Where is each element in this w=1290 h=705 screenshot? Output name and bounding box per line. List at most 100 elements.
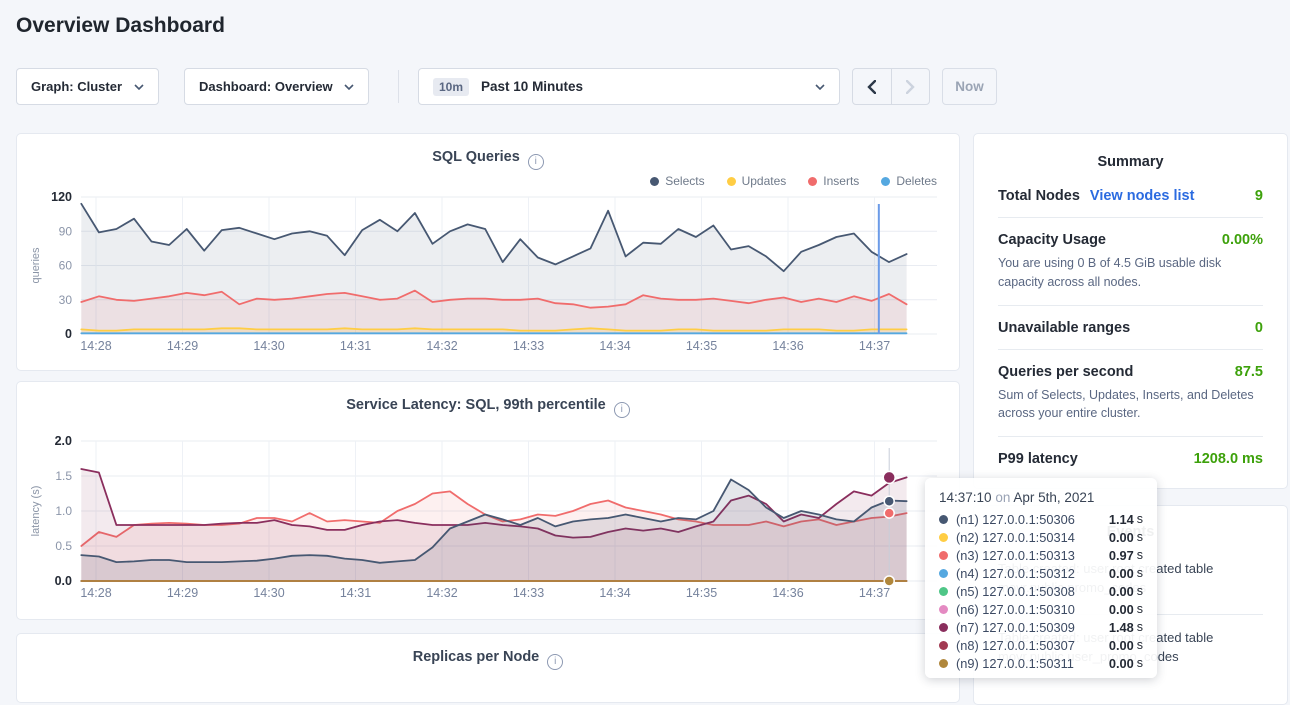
tooltip-row: (n6) 127.0.0.1:503100.00s [939,600,1143,618]
tooltip-node-label: (n5) 127.0.0.1:50308 [956,584,1109,599]
series-dot-icon [939,533,948,542]
summary-row-label: Total Nodes [998,188,1080,204]
tooltip-row: (n4) 127.0.0.1:503120.00s [939,564,1143,582]
sql-queries-plot[interactable]: 030609012014:2814:2914:3014:3114:3214:33… [17,134,961,372]
sql-queries-card: SQL Queriesi SelectsUpdatesInsertsDelete… [16,133,960,371]
svg-text:14:35: 14:35 [686,586,717,600]
summary-row-value: 0.00% [1222,232,1263,248]
graph-dropdown[interactable]: Graph: Cluster [16,68,159,105]
svg-text:14:36: 14:36 [772,339,803,353]
svg-text:latency (s): latency (s) [30,486,42,537]
dashboard-dropdown[interactable]: Dashboard: Overview [184,68,369,105]
svg-text:90: 90 [59,224,73,238]
chevron-down-icon [344,84,354,90]
prev-range-button[interactable] [853,69,891,104]
tooltip-date: Apr 5th, 2021 [1013,490,1094,505]
summary-card: Summary Total NodesView nodes list9Capac… [973,133,1288,489]
chevron-left-icon [867,80,876,94]
tooltip-row: (n7) 127.0.0.1:503091.48s [939,618,1143,636]
svg-text:14:33: 14:33 [513,586,544,600]
tooltip-node-label: (n7) 127.0.0.1:50309 [956,620,1109,635]
service-latency-plot[interactable]: 0.00.51.01.52.014:2814:2914:3014:3114:32… [17,382,961,621]
summary-row-value: 0 [1255,320,1263,336]
svg-text:14:34: 14:34 [599,339,630,353]
svg-text:14:32: 14:32 [426,586,457,600]
time-range-badge: 10m [433,78,469,96]
svg-text:2.0: 2.0 [55,434,72,448]
tooltip-unit: s [1137,656,1143,670]
tooltip-node-label: (n6) 127.0.0.1:50310 [956,602,1109,617]
summary-title: Summary [974,134,1287,174]
summary-row-label: Queries per second [998,364,1133,380]
tooltip-node-label: (n3) 127.0.0.1:50313 [956,548,1109,563]
tooltip-row: (n8) 127.0.0.1:503070.00s [939,636,1143,654]
page-title: Overview Dashboard [16,14,225,38]
svg-text:120: 120 [51,190,72,204]
svg-text:60: 60 [59,259,73,273]
series-dot-icon [939,551,948,560]
summary-row: Capacity Usage0.00%You are using 0 B of … [998,217,1263,305]
summary-row-label: P99 latency [998,451,1078,467]
svg-text:14:30: 14:30 [253,339,284,353]
tooltip-value: 1.48 [1109,620,1134,635]
summary-row: Unavailable ranges0 [998,305,1263,349]
dashboard-dropdown-label: Dashboard: Overview [199,79,333,94]
tooltip-value: 1.14 [1109,512,1134,527]
summary-row: Total NodesView nodes list9 [998,174,1263,217]
series-dot-icon [939,623,948,632]
series-dot-icon [939,587,948,596]
replicas-title: Replicas per Node [413,649,540,665]
tooltip-node-label: (n9) 127.0.0.1:50311 [956,656,1109,671]
tooltip-value: 0.00 [1109,638,1134,653]
chart-hover-tooltip: 14:37:10 on Apr 5th, 2021 (n1) 127.0.0.1… [925,478,1157,678]
view-nodes-link[interactable]: View nodes list [1090,188,1195,204]
svg-text:14:35: 14:35 [686,339,717,353]
replicas-card: Replicas per Node i [16,633,960,703]
svg-text:14:33: 14:33 [513,339,544,353]
svg-text:1.0: 1.0 [55,504,72,518]
time-range-label: Past 10 Minutes [481,79,815,94]
summary-row: P99 latency1208.0 ms [998,436,1263,480]
tooltip-unit: s [1137,584,1143,598]
summary-row-line: Total NodesView nodes list9 [998,188,1263,204]
tooltip-value: 0.00 [1109,656,1134,671]
tooltip-unit: s [1137,530,1143,544]
tooltip-unit: s [1137,638,1143,652]
toolbar-divider [398,70,399,103]
service-latency-card: Service Latency: SQL, 99th percentilei 0… [16,381,960,620]
tooltip-node-label: (n4) 127.0.0.1:50312 [956,566,1109,581]
next-range-button[interactable] [891,69,929,104]
chevron-right-icon [906,80,915,94]
svg-text:0.5: 0.5 [55,539,72,553]
tooltip-row: (n1) 127.0.0.1:503061.14s [939,510,1143,528]
tooltip-unit: s [1137,620,1143,634]
svg-text:14:37: 14:37 [859,586,890,600]
svg-text:14:32: 14:32 [426,339,457,353]
graph-dropdown-label: Graph: Cluster [31,79,122,94]
summary-row-line: Capacity Usage 0.00% [998,232,1263,248]
summary-row-desc: Sum of Selects, Updates, Inserts, and De… [998,386,1263,424]
series-dot-icon [939,641,948,650]
info-icon[interactable]: i [547,654,563,670]
svg-text:14:29: 14:29 [167,339,198,353]
svg-text:14:31: 14:31 [340,339,371,353]
svg-text:14:31: 14:31 [340,586,371,600]
now-button[interactable]: Now [942,68,997,105]
time-range-dropdown[interactable]: 10m Past 10 Minutes [418,68,840,105]
tooltip-header: 14:37:10 on Apr 5th, 2021 [939,490,1143,505]
tooltip-row: (n3) 127.0.0.1:503130.97s [939,546,1143,564]
svg-text:queries: queries [30,247,42,284]
tooltip-value: 0.97 [1109,548,1134,563]
summary-row-value: 87.5 [1235,364,1263,380]
summary-row-line: Unavailable ranges0 [998,320,1263,336]
svg-text:0: 0 [65,327,72,341]
tooltip-time: 14:37:10 [939,490,992,505]
summary-row: Queries per second 87.5 Sum of Selects, Up… [998,349,1263,437]
tooltip-node-label: (n2) 127.0.0.1:50314 [956,530,1109,545]
chevron-down-icon [815,84,825,90]
svg-text:14:28: 14:28 [80,339,111,353]
tooltip-node-label: (n1) 127.0.0.1:50306 [956,512,1109,527]
summary-row-label: Capacity Usage [998,232,1106,248]
summary-rows: Total NodesView nodes list9Capacity Usag… [974,174,1287,480]
tooltip-row: (n9) 127.0.0.1:503110.00s [939,654,1143,672]
